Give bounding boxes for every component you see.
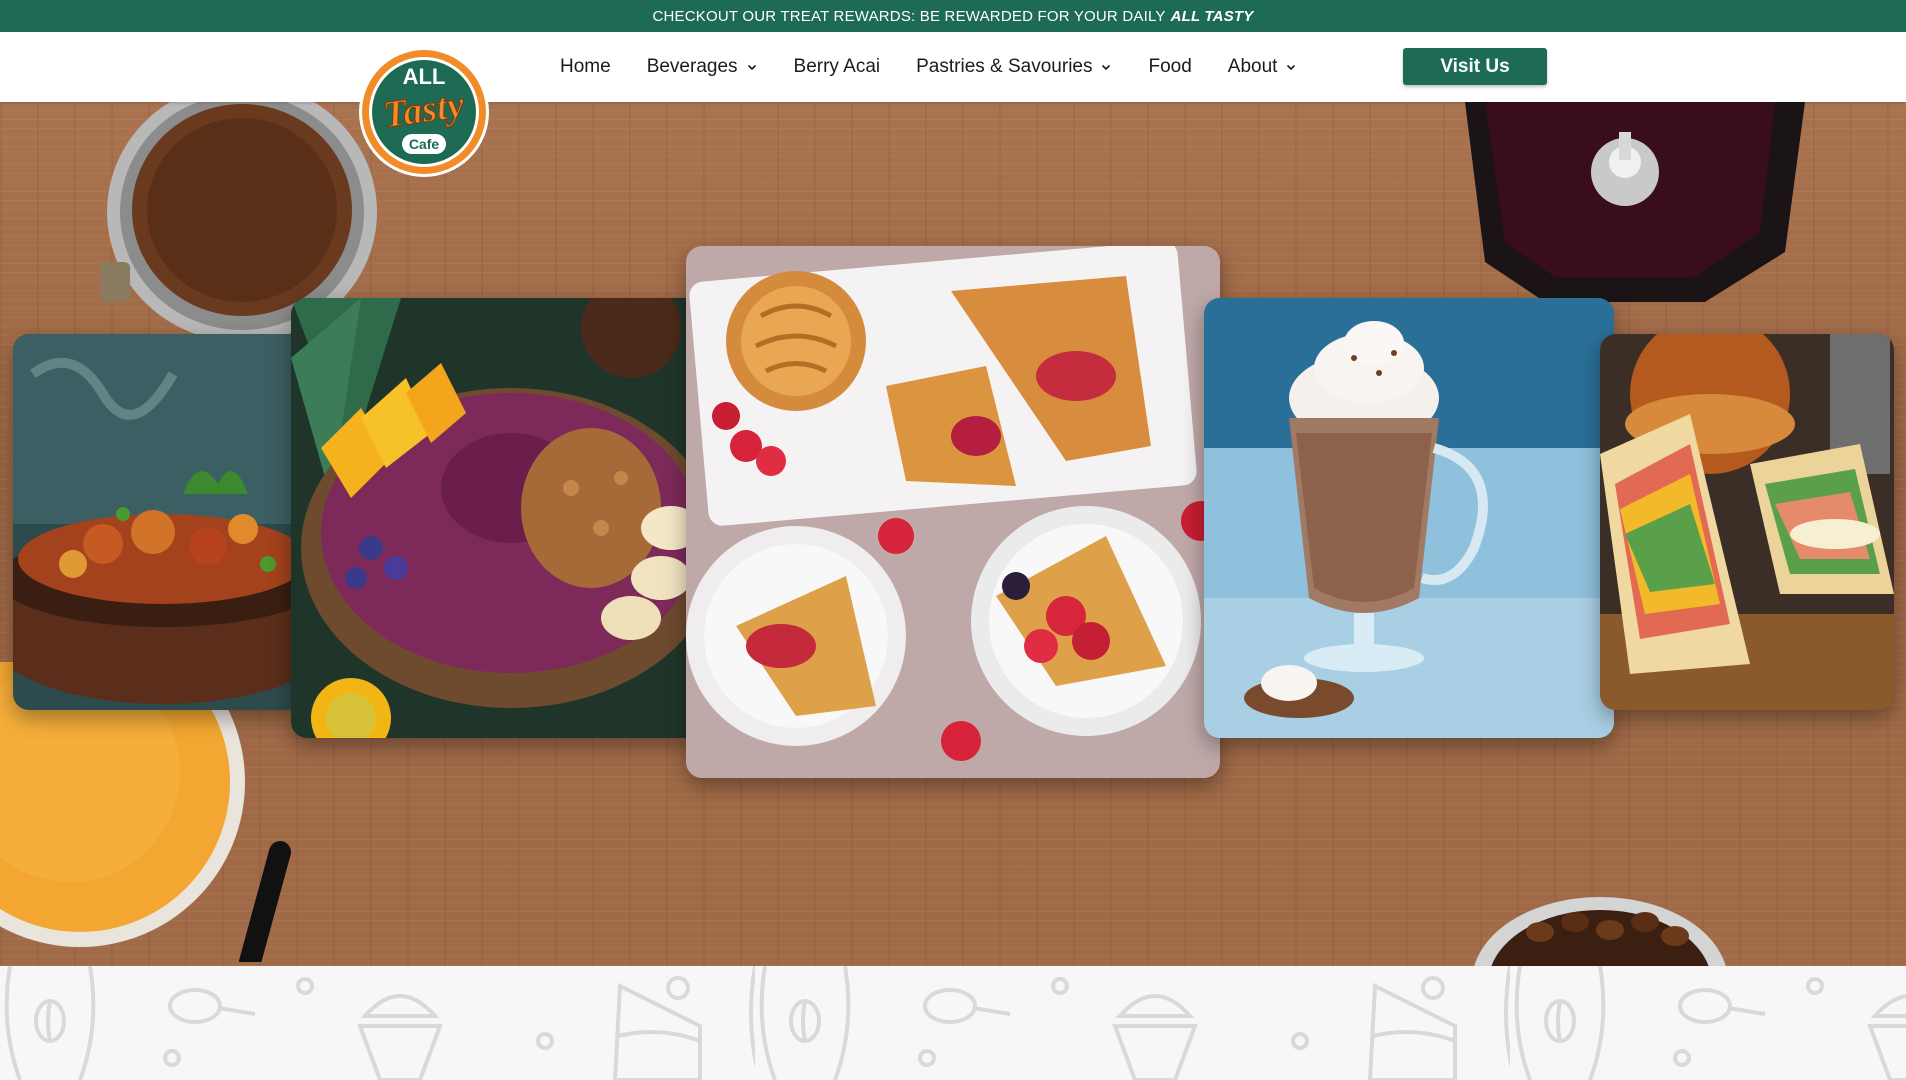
hero-image-hot-chocolate[interactable] [1204, 298, 1614, 738]
nav-item-label: Beverages [646, 56, 738, 77]
nav-item-label: Home [560, 56, 611, 77]
nav-item-beverages[interactable]: Beverages [647, 56, 758, 78]
rewards-banner[interactable]: CHECKOUT OUR TREAT REWARDS: BE REWARDED … [0, 0, 1906, 32]
nav-item-label: Food [1148, 56, 1192, 77]
food-icons-pattern [0, 966, 1906, 1080]
coffee-beans-decoration [1474, 897, 1726, 966]
site-header: Home Beverages Berry Acai Pastries & Sav… [0, 32, 1906, 102]
club-sandwich-image [1600, 334, 1894, 710]
food-doodle-pattern [0, 966, 1906, 1080]
main-nav: Home Beverages Berry Acai Pastries & Sav… [560, 32, 1297, 102]
acai-bowl-image [291, 298, 701, 738]
hero-image-roasted-vegetables[interactable] [13, 334, 303, 710]
chevron-down-icon [1102, 64, 1111, 71]
roasted-vegetables-image [13, 334, 303, 710]
logo-text-cafe: Cafe [409, 136, 440, 152]
nav-item-food[interactable]: Food [1148, 56, 1191, 78]
site-logo[interactable]: ALL Tasty Cafe [358, 46, 490, 178]
rewards-banner-text: CHECKOUT OUR TREAT REWARDS: BE REWARDED … [652, 7, 1166, 25]
visit-us-button[interactable]: Visit Us [1403, 48, 1547, 85]
nav-item-pastries-savouries[interactable]: Pastries & Savouries [916, 56, 1112, 78]
croissant-pastries-image [686, 246, 1220, 778]
hero-section [0, 102, 1906, 966]
hero-image-club-sandwich[interactable] [1600, 334, 1894, 710]
logo-badge: ALL Tasty Cafe [359, 47, 489, 177]
logo-text-all: ALL [403, 64, 446, 89]
chevron-down-icon [1287, 64, 1296, 71]
hero-image-croissant-pastries[interactable] [686, 246, 1220, 778]
hero-image-acai-bowl[interactable] [291, 298, 701, 738]
nav-item-label: Berry Acai [793, 56, 881, 77]
nav-item-label: Pastries & Savouries [916, 56, 1093, 77]
hot-chocolate-image [1204, 298, 1614, 738]
nav-item-label: About [1227, 56, 1278, 77]
nav-item-home[interactable]: Home [560, 56, 611, 78]
rewards-banner-highlight: ALL TASTY [1170, 7, 1254, 25]
chevron-down-icon [747, 64, 756, 71]
nav-item-berry-acai[interactable]: Berry Acai [794, 56, 881, 78]
nav-item-about[interactable]: About [1228, 56, 1298, 78]
